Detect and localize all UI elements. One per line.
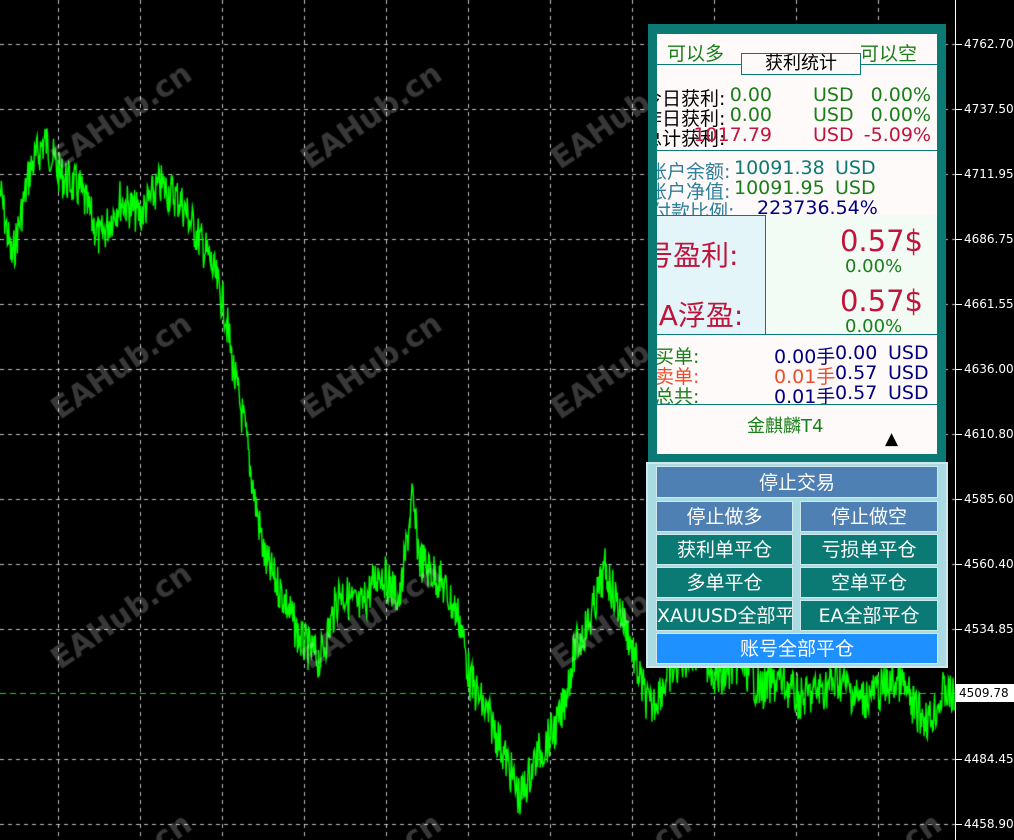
close-loss-orders-button[interactable]: 亏损单平仓 [800,534,938,565]
collapse-arrow-icon[interactable]: ▲ [885,429,898,449]
account-profit-label: 账号盈利: [657,239,739,272]
close-symbol-orders-button[interactable]: XAUUSD全部平仓 [656,600,793,631]
ea-float-value: 0.57$ [839,284,923,318]
close-account-orders-button[interactable]: 账号全部平仓 [656,633,938,664]
stop-trading-button[interactable]: 停止交易 [656,466,938,498]
axis-tick [956,434,962,435]
close-ea-orders-button[interactable]: EA全部平仓 [800,600,938,631]
stop-long-button[interactable]: 停止做多 [656,501,793,532]
profit-row-unit: USD [813,84,854,106]
axis-tick [956,564,962,565]
orders-divider [657,404,937,405]
balance-value: 10091.38 [734,157,825,179]
account-profit-value: 0.57$ [839,224,923,258]
axis-tick-label: 4458.90 [964,817,1014,831]
stop-short-button[interactable]: 停止做空 [800,501,938,532]
profit-row-pct: 0.00% [870,104,931,126]
order-row-unit: USD [888,382,929,404]
profit-row-value: 1017.79 [693,124,772,146]
axis-tick-label: 4585.60 [964,492,1014,506]
axis-tick-label: 4737.50 [964,102,1014,116]
ea-float-label: EA浮盈: [657,299,744,332]
control-panel: 停止交易 停止做多 停止做空 获利单平仓 亏损单平仓 多单平仓 空单平仓 XAU… [646,462,948,668]
axis-tick-label: 4686.75 [964,232,1014,246]
close-short-orders-button[interactable]: 空单平仓 [800,567,938,598]
axis-tick [956,759,962,760]
profit-row-value: 0.00 [729,84,772,106]
axis-tick-label: 4484.45 [964,752,1014,766]
stats-panel-body: 可以多 可以空 获利统计 今日获利:0.00USD0.00%昨日获利:0.00U… [657,34,937,454]
axis-tick-label: 4610.80 [964,427,1014,441]
axis-tick [956,369,962,370]
equity-unit: USD [835,177,876,199]
axis-tick [956,44,962,45]
profit-row-unit: USD [813,124,854,146]
axis-tick-label: 4661.55 [964,297,1014,311]
order-row-amount: 0.57 [835,382,878,404]
profit-row-value: 0.00 [729,104,772,126]
balance-unit: USD [835,157,876,179]
close-profit-orders-button[interactable]: 获利单平仓 [656,534,793,565]
axis-tick [956,499,962,500]
account-profit-pct: 0.00% [845,256,903,277]
axis-tick-label: 4534.85 [964,622,1014,636]
axis-tick-label: 4711.95 [964,167,1014,181]
ea-name: 金麒麟T4 [747,416,824,437]
order-row-amount: 0.57 [835,362,878,384]
stats-panel: 可以多 可以空 获利统计 今日获利:0.00USD0.00%昨日获利:0.00U… [648,24,946,462]
axis-tick-label: 4636.00 [964,362,1014,376]
axis-tick [956,629,962,630]
axis-tick [956,824,962,825]
order-row-amount: 0.00 [835,342,878,364]
profit-row-pct: -5.09% [863,124,931,146]
price-axis: 4762.70 4737.50 4711.95 4686.75 4661.55 4636.… [955,0,1014,840]
axis-tick [956,174,962,175]
equity-value: 10091.95 [734,177,825,199]
can-long-indicator: 可以多 [667,43,725,65]
ea-float-pct: 0.00% [845,316,903,337]
can-short-indicator: 可以空 [859,43,917,65]
axis-tick-label: 4762.70 [964,37,1014,51]
order-row-unit: USD [888,342,929,364]
profit-row-pct: 0.00% [870,84,931,106]
axis-tick-label: 4560.40 [964,557,1014,571]
profit-row-unit: USD [813,104,854,126]
order-row-unit: USD [888,362,929,384]
axis-tick [956,239,962,240]
close-long-orders-button[interactable]: 多单平仓 [656,567,793,598]
current-price-marker: 4509.78 [956,684,1014,702]
profit-divider [657,150,937,151]
stats-title: 获利统计 [741,53,861,75]
axis-tick [956,304,962,305]
axis-tick [956,109,962,110]
